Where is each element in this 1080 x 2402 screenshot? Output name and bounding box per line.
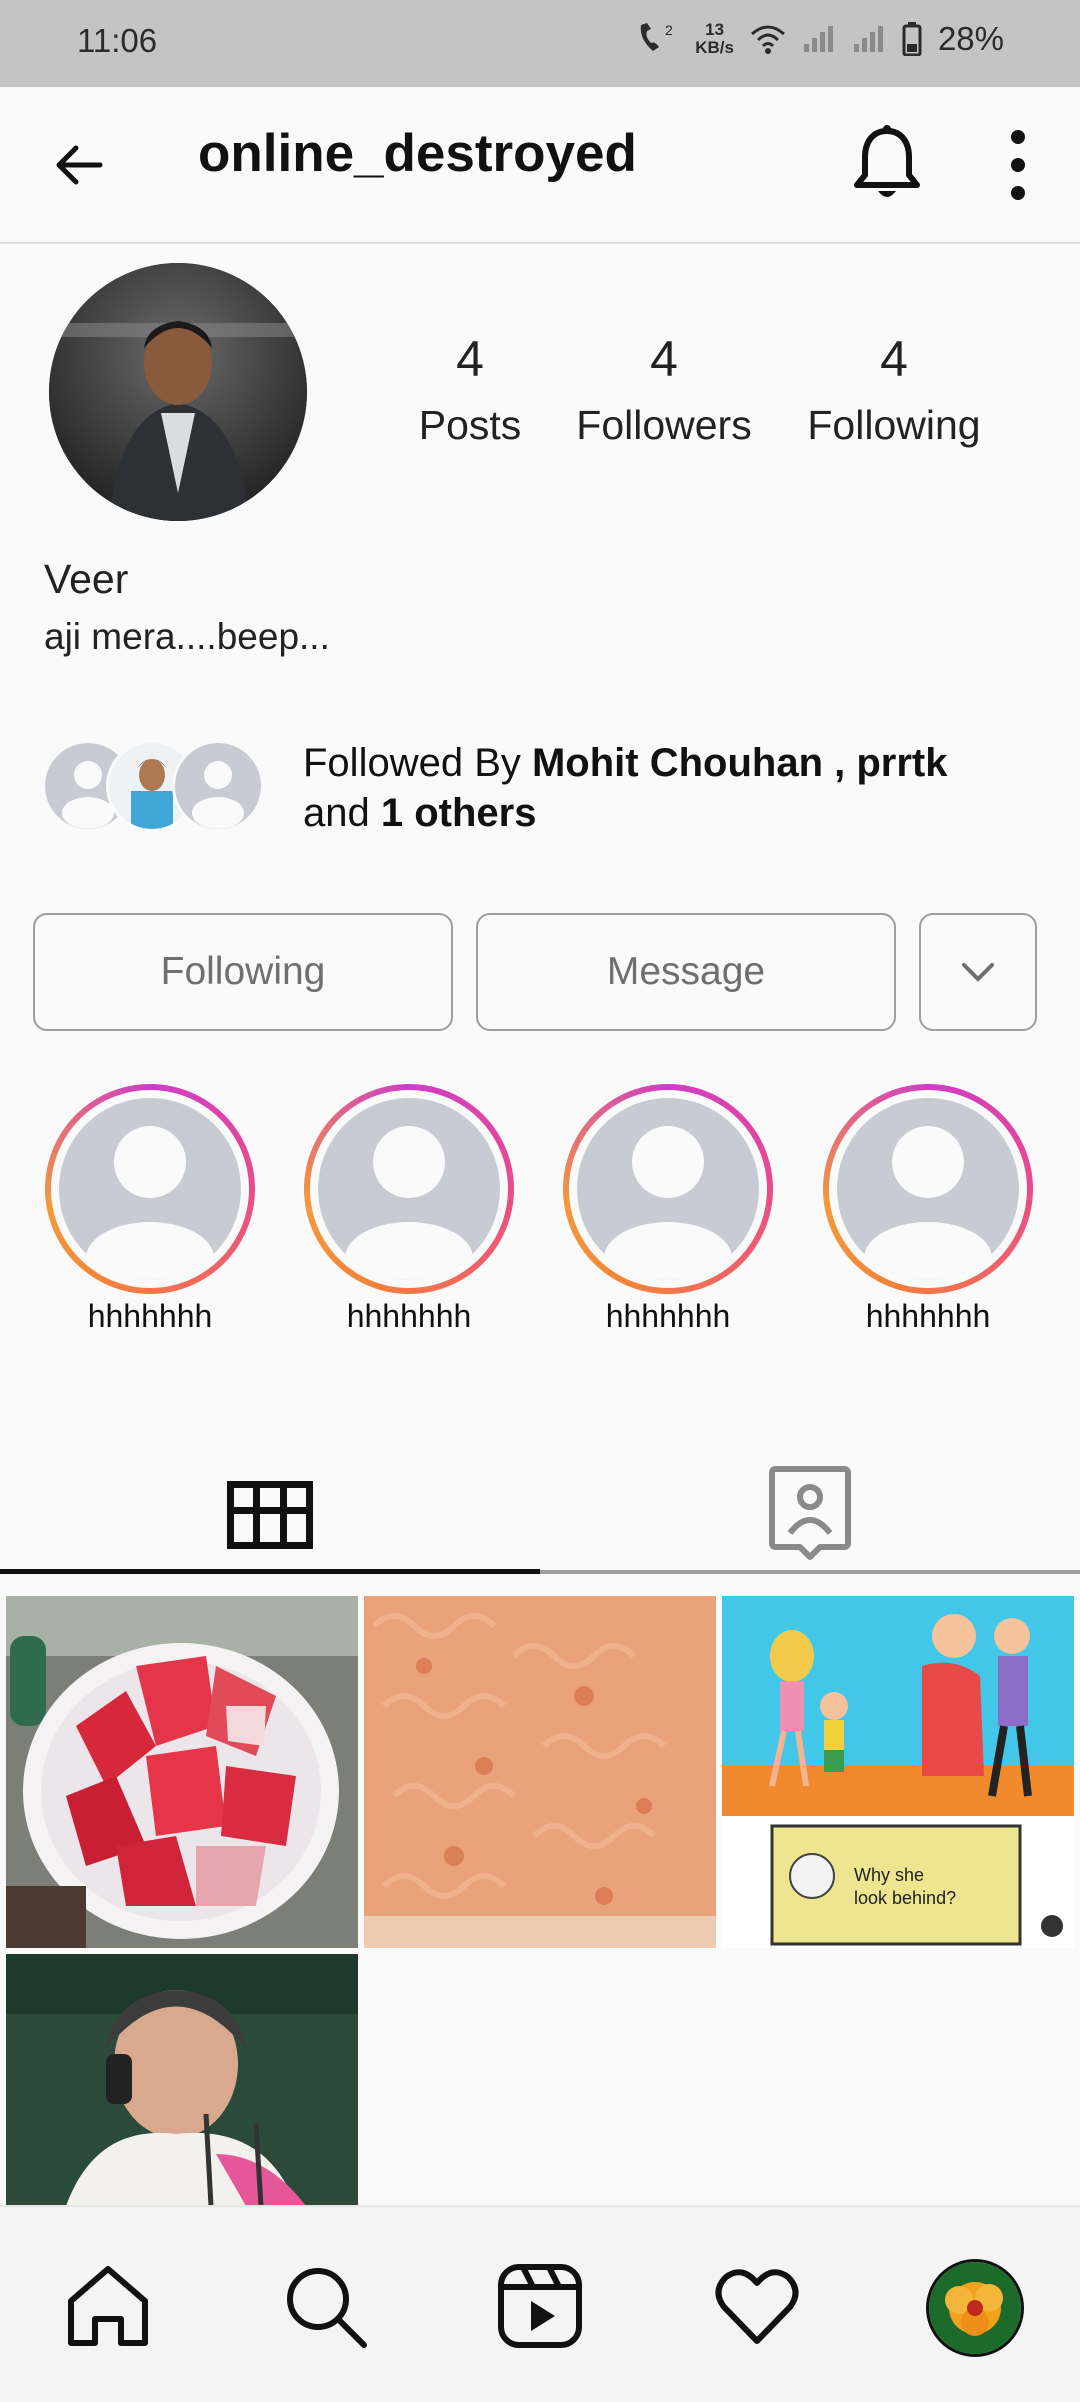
more-vertical-icon[interactable] xyxy=(1000,127,1036,203)
bell-icon[interactable] xyxy=(850,125,924,205)
followers-count: 4 xyxy=(650,331,678,387)
battery-icon xyxy=(902,22,922,56)
highlight-label: hhhhhhh xyxy=(865,1298,991,1334)
status-bar: 11:06 2 13 KB/s 28% xyxy=(0,0,1080,87)
highlight-ring xyxy=(304,1084,514,1294)
battery-percent: 28% xyxy=(937,20,1004,57)
followers-stat[interactable]: 4 Followers xyxy=(568,330,760,449)
signal-icon-2 xyxy=(853,26,883,52)
reels-icon[interactable] xyxy=(495,2261,585,2351)
net-speed: 13 KB/s xyxy=(695,20,734,57)
heart-icon[interactable] xyxy=(712,2261,802,2351)
wifi-calling-icon: 2 xyxy=(640,22,673,51)
chevron-down-icon xyxy=(962,963,994,982)
profile-name: Veer xyxy=(44,556,129,602)
highlight-1[interactable]: hhhhhhh xyxy=(40,1084,260,1335)
posts-stat[interactable]: 4 Posts xyxy=(410,330,530,449)
suggested-dropdown-button[interactable] xyxy=(919,913,1037,1031)
following-button[interactable]: Following xyxy=(33,913,453,1031)
highlight-2[interactable]: hhhhhhh xyxy=(299,1084,519,1335)
tagged-person-icon xyxy=(769,1466,851,1560)
tab-tagged[interactable] xyxy=(540,1455,1080,1575)
profile-photo xyxy=(49,263,307,521)
signal-icon xyxy=(803,26,833,52)
mutual-followers-avatars[interactable] xyxy=(42,740,272,832)
status-icons: 2 13 KB/s 28% xyxy=(635,20,1004,58)
profile-username-title: online_destroyed xyxy=(198,124,637,183)
followed-by-text[interactable]: Followed By Mohit Chouhan , prrtk and 1 … xyxy=(303,738,1043,838)
profile-bio: aji mera....beep... xyxy=(44,616,330,657)
svg-text:look behind?: look behind? xyxy=(854,1888,956,1908)
post-image xyxy=(364,1596,716,1948)
following-label: Following xyxy=(807,402,981,448)
highlight-4[interactable]: hhhhhhh xyxy=(818,1084,1038,1335)
arrow-left-icon[interactable] xyxy=(50,135,110,195)
tab-posts-grid[interactable] xyxy=(0,1455,540,1575)
highlight-3[interactable]: hhhhhhh xyxy=(558,1084,778,1335)
highlight-ring xyxy=(823,1084,1033,1294)
profile-avatar[interactable] xyxy=(49,263,307,521)
post-image: Why she look behind? xyxy=(722,1596,1074,1948)
highlight-label: hhhhhhh xyxy=(346,1298,472,1334)
active-tab-indicator xyxy=(0,1569,540,1574)
profile-avatar-icon[interactable] xyxy=(926,2259,1024,2357)
search-icon[interactable] xyxy=(280,2261,370,2351)
wifi-icon xyxy=(750,25,785,54)
home-icon[interactable] xyxy=(63,2261,153,2351)
status-time: 11:06 xyxy=(77,22,158,59)
highlight-label: hhhhhhh xyxy=(605,1298,731,1334)
highlight-ring xyxy=(563,1084,773,1294)
inactive-tab-indicator xyxy=(540,1570,1080,1574)
following-count: 4 xyxy=(880,331,908,387)
svg-text:2: 2 xyxy=(665,22,673,38)
post-pasta[interactable] xyxy=(364,1596,716,1948)
bottom-navigation xyxy=(0,2205,1080,2402)
post-speaker[interactable] xyxy=(6,1954,358,2206)
followers-label: Followers xyxy=(576,402,752,448)
profile-header: online_destroyed xyxy=(0,87,1080,244)
mutual-avatar-3 xyxy=(172,740,264,832)
highlight-ring xyxy=(45,1084,255,1294)
highlight-label: hhhhhhh xyxy=(87,1298,213,1334)
post-cartoon[interactable]: Why she look behind? xyxy=(722,1596,1074,1948)
post-watermelon[interactable] xyxy=(6,1596,358,1948)
svg-text:Why she: Why she xyxy=(854,1865,924,1885)
post-image xyxy=(6,1596,358,1948)
posts-count: 4 xyxy=(456,331,484,387)
followed-by-others[interactable]: 1 others xyxy=(381,791,537,835)
grid-icon xyxy=(227,1481,313,1549)
post-image xyxy=(6,1954,358,2206)
following-stat[interactable]: 4 Following xyxy=(797,330,991,449)
followed-by-names[interactable]: Mohit Chouhan , prrtk xyxy=(532,741,948,785)
posts-label: Posts xyxy=(418,402,522,448)
message-button[interactable]: Message xyxy=(476,913,896,1031)
